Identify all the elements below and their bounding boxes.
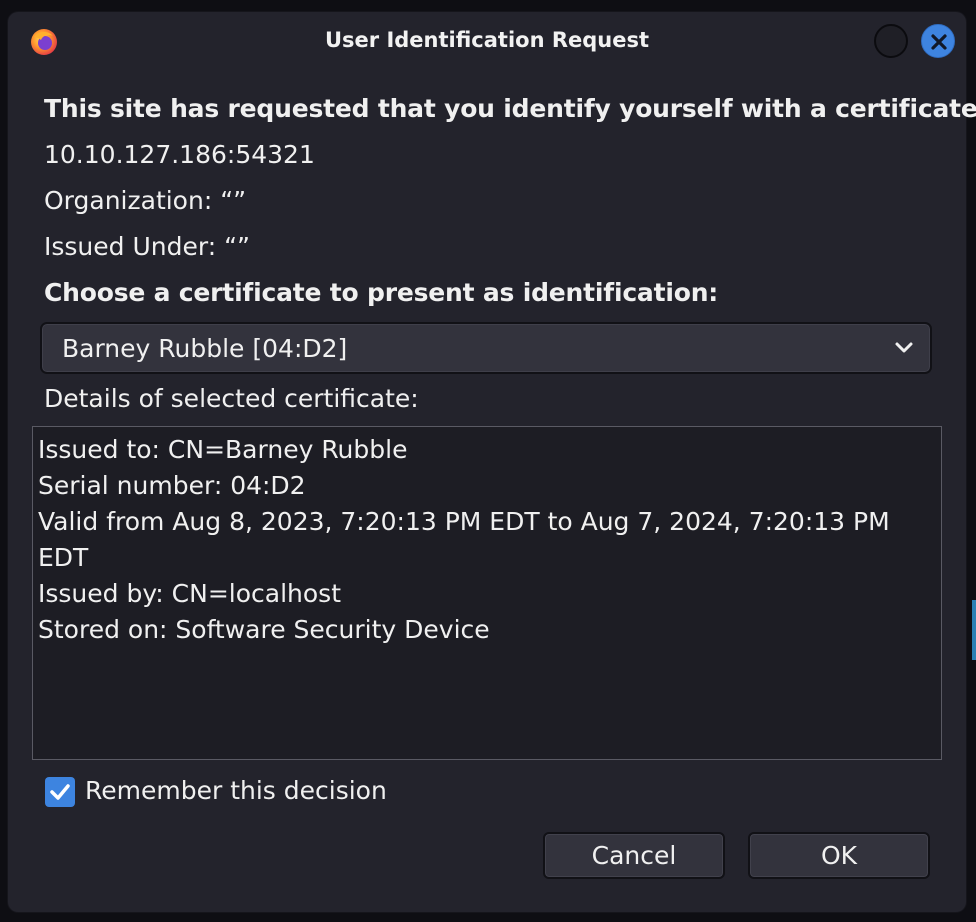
- remember-decision-label[interactable]: Remember this decision: [85, 776, 387, 805]
- close-icon: [931, 34, 947, 50]
- background-window-edge: [972, 600, 976, 660]
- validity-line-continued: EDT: [38, 543, 89, 572]
- request-heading: This site has requested that you identif…: [44, 94, 976, 123]
- ok-button[interactable]: OK: [748, 832, 930, 879]
- organization-text: Organization: “”: [44, 186, 247, 215]
- validity-line: Valid from Aug 8, 2023, 7:20:13 PM EDT t…: [38, 507, 890, 536]
- choose-certificate-label: Choose a certificate to present as ident…: [44, 278, 719, 307]
- minimize-button[interactable]: [874, 24, 908, 58]
- details-label: Details of selected certificate:: [44, 384, 419, 413]
- chevron-down-icon: [894, 340, 914, 359]
- close-button[interactable]: [921, 24, 955, 58]
- host-address: 10.10.127.186:54321: [44, 140, 315, 169]
- titlebar: User Identification Request: [8, 12, 966, 72]
- remember-decision-checkbox[interactable]: [45, 777, 75, 807]
- certificate-details-textarea[interactable]: Issued to: CN=Barney Rubble Serial numbe…: [32, 426, 942, 760]
- cancel-button[interactable]: Cancel: [543, 832, 725, 879]
- issued-to-line: Issued to: CN=Barney Rubble: [38, 435, 408, 464]
- stored-on-line: Stored on: Software Security Device: [38, 615, 490, 644]
- issued-by-line: Issued by: CN=localhost: [38, 579, 342, 608]
- issued-under-text: Issued Under: “”: [44, 232, 250, 261]
- serial-number-line: Serial number: 04:D2: [38, 471, 306, 500]
- certificate-dialog: User Identification Request This site ha…: [8, 12, 976, 912]
- window-title: User Identification Request: [324, 28, 650, 52]
- checkmark-icon: [50, 784, 70, 800]
- selected-certificate: Barney Rubble [04:D2]: [62, 334, 348, 363]
- certificate-select[interactable]: Barney Rubble [04:D2]: [40, 322, 932, 374]
